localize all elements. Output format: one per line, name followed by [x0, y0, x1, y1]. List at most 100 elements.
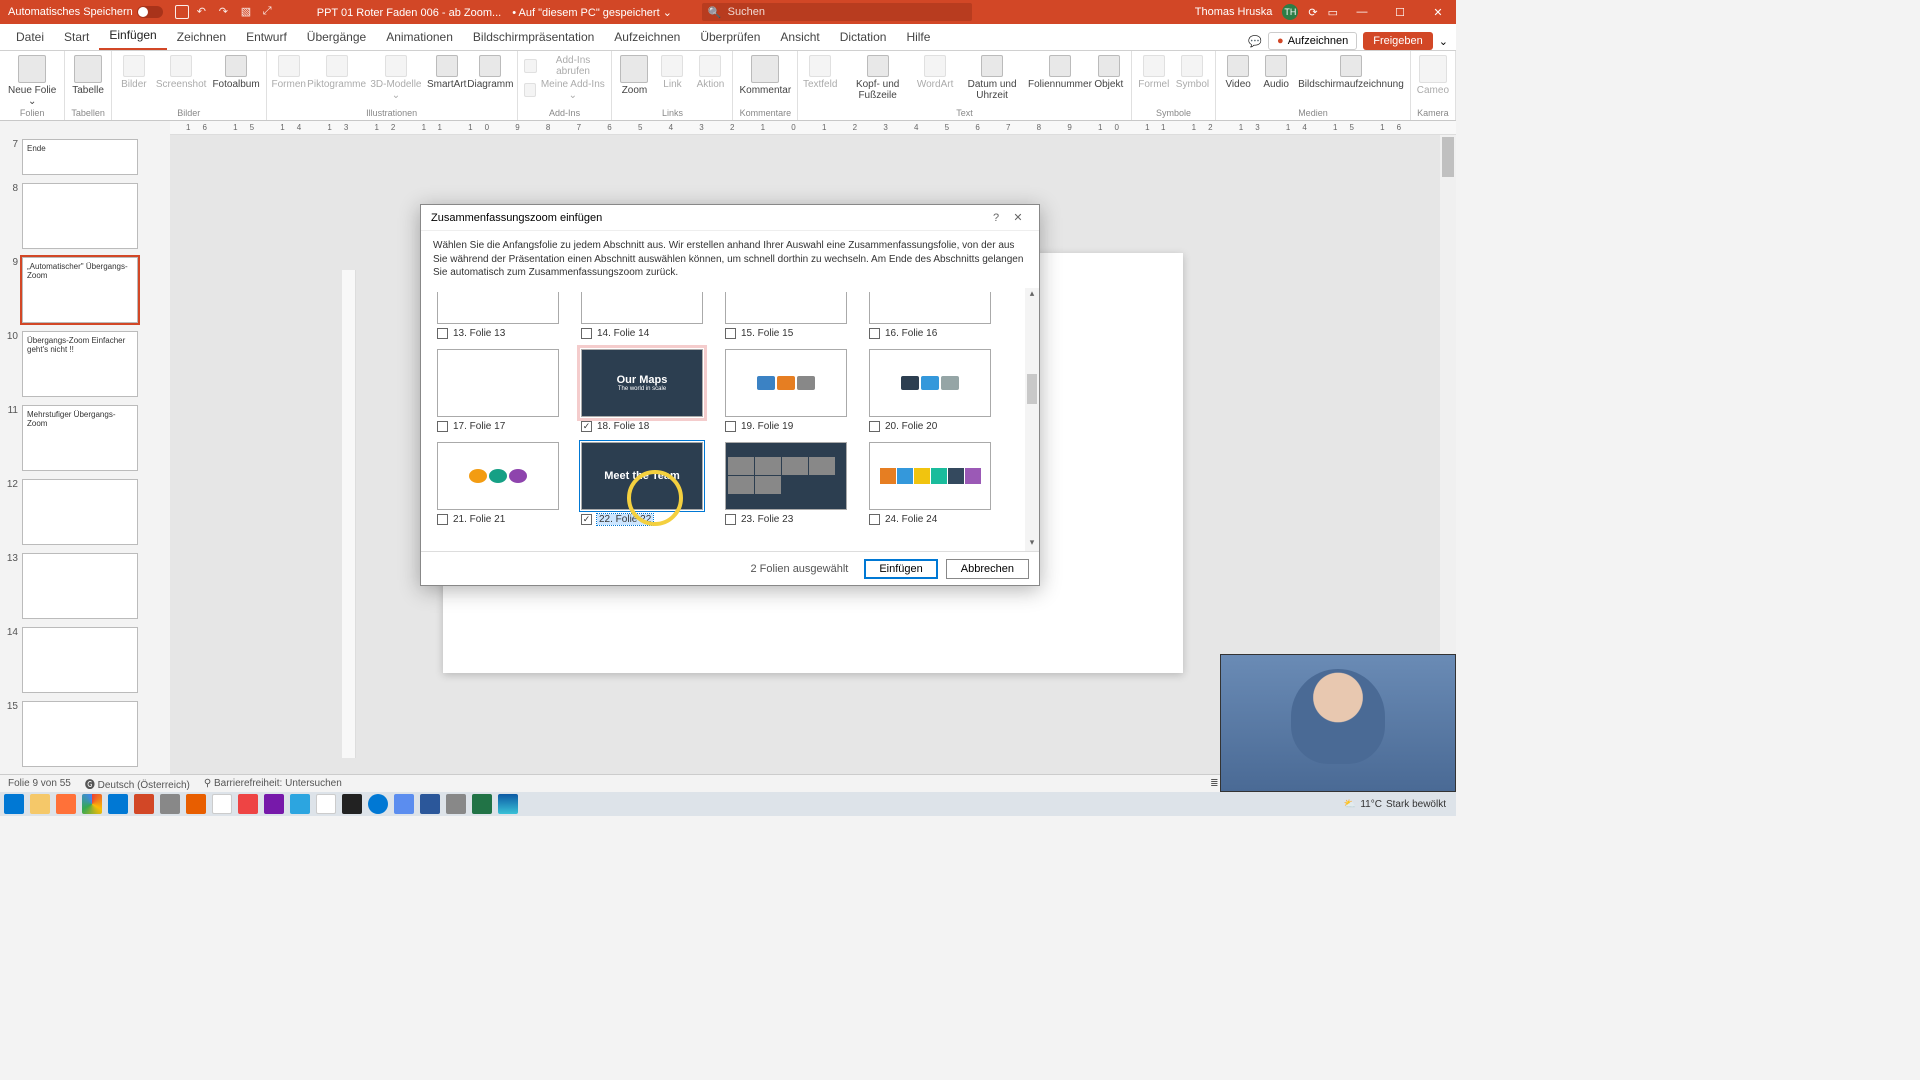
- slide-thumbnail[interactable]: 7Ende: [4, 139, 166, 175]
- slide-panel[interactable]: 7Ende 8 9„Automatischer" Übergangs-Zoom 10Ü…: [0, 135, 170, 790]
- tab-dictation[interactable]: Dictation: [830, 24, 897, 50]
- dialog-slide-preview[interactable]: [437, 349, 559, 417]
- excel-icon[interactable]: [472, 794, 492, 814]
- app-icon-6[interactable]: [394, 794, 414, 814]
- telegram-icon[interactable]: [290, 794, 310, 814]
- minimize-icon[interactable]: —: [1348, 0, 1376, 24]
- equation-button[interactable]: Formel: [1138, 55, 1170, 90]
- my-addins-button[interactable]: Meine Add-Ins ⌄: [524, 79, 606, 101]
- object-button[interactable]: Objekt: [1093, 55, 1125, 90]
- slide-preview[interactable]: [22, 701, 138, 767]
- dialog-slide-item[interactable]: 24. Folie 24: [869, 442, 1005, 525]
- datetime-button[interactable]: Datum und Uhrzeit: [957, 55, 1027, 101]
- dialog-slide-preview[interactable]: [581, 292, 703, 324]
- scroll-down-icon[interactable]: ▾: [1025, 537, 1039, 551]
- checkbox[interactable]: [437, 328, 448, 339]
- photoalbum-button[interactable]: Fotoalbum: [212, 55, 259, 90]
- tab-aufzeichnen[interactable]: Aufzeichnen: [604, 24, 690, 50]
- slide-thumbnail[interactable]: 9„Automatischer" Übergangs-Zoom: [4, 257, 166, 323]
- record-button[interactable]: Aufzeichnen: [1268, 32, 1357, 50]
- close-icon[interactable]: ✕: [1007, 211, 1029, 224]
- dialog-slide-preview[interactable]: [437, 292, 559, 324]
- dialog-slide-item[interactable]: Our MapsThe world in scale✓18. Folie 18: [581, 349, 717, 432]
- chart-button[interactable]: Diagramm: [470, 55, 511, 90]
- weather-widget[interactable]: ⛅ 11°C Stark bewölkt: [1344, 799, 1446, 810]
- onenote-icon[interactable]: [264, 794, 284, 814]
- dialog-slide-preview[interactable]: [725, 349, 847, 417]
- maximize-icon[interactable]: ☐: [1386, 0, 1414, 24]
- slide-thumbnail[interactable]: 8: [4, 183, 166, 249]
- slide-preview[interactable]: Übergangs-Zoom Einfacher geht's nicht !!: [22, 331, 138, 397]
- 3d-models-button[interactable]: 3D-Modelle ⌄: [369, 55, 424, 101]
- app-icon-1[interactable]: [160, 794, 180, 814]
- images-button[interactable]: Bilder: [118, 55, 150, 90]
- checkbox[interactable]: [725, 514, 736, 525]
- tab-hilfe[interactable]: Hilfe: [896, 24, 940, 50]
- toggle-icon[interactable]: [137, 6, 163, 18]
- dialog-slide-preview[interactable]: [725, 442, 847, 510]
- dialog-slide-item[interactable]: 20. Folie 20: [869, 349, 1005, 432]
- new-slide-button[interactable]: Neue Folie ⌄: [6, 55, 58, 107]
- tab-zeichnen[interactable]: Zeichnen: [167, 24, 236, 50]
- slide-preview[interactable]: „Automatischer" Übergangs-Zoom: [22, 257, 138, 323]
- cameo-button[interactable]: Cameo: [1417, 55, 1449, 96]
- screenshot-button[interactable]: Screenshot: [156, 55, 207, 90]
- save-icon[interactable]: [175, 5, 189, 19]
- start-icon[interactable]: [4, 794, 24, 814]
- slide-thumbnail[interactable]: 11Mehrstufiger Übergangs-Zoom: [4, 405, 166, 471]
- redo-icon[interactable]: ↷: [219, 5, 233, 19]
- accessibility-check[interactable]: ⚲ Barrierefreiheit: Untersuchen: [204, 778, 342, 789]
- outlook-icon[interactable]: [108, 794, 128, 814]
- search-box[interactable]: 🔍 Suchen: [702, 3, 972, 21]
- autosave-toggle[interactable]: Automatisches Speichern: [8, 6, 163, 18]
- slide-preview[interactable]: [22, 553, 138, 619]
- checkbox[interactable]: [437, 421, 448, 432]
- dialog-slide-item[interactable]: Meet the Team✓22. Folie 22: [581, 442, 717, 525]
- user-name[interactable]: Thomas Hruska: [1195, 6, 1273, 18]
- vlc-icon[interactable]: [186, 794, 206, 814]
- present-icon[interactable]: ▧: [241, 5, 255, 19]
- checkbox[interactable]: [869, 328, 880, 339]
- chevron-down-icon[interactable]: ⌄: [1439, 35, 1448, 48]
- obs-icon[interactable]: [342, 794, 362, 814]
- slide-preview[interactable]: [22, 479, 138, 545]
- checkbox[interactable]: [581, 328, 592, 339]
- slide-counter[interactable]: Folie 9 von 55: [8, 778, 71, 789]
- checkbox[interactable]: [869, 421, 880, 432]
- dialog-slide-item[interactable]: 19. Folie 19: [725, 349, 861, 432]
- tab-datei[interactable]: Datei: [6, 24, 54, 50]
- checkbox[interactable]: ✓: [581, 421, 592, 432]
- checkbox[interactable]: [725, 421, 736, 432]
- language-indicator[interactable]: 🅖 Deutsch (Österreich): [85, 776, 190, 791]
- dialog-slide-item[interactable]: 16. Folie 16: [869, 292, 1005, 339]
- dialog-slide-item[interactable]: 21. Folie 21: [437, 442, 573, 525]
- table-button[interactable]: Tabelle: [72, 55, 104, 96]
- slide-thumbnail[interactable]: 10Übergangs-Zoom Einfacher geht's nicht …: [4, 331, 166, 397]
- checkbox[interactable]: ✓: [581, 514, 592, 525]
- help-icon[interactable]: ?: [985, 212, 1007, 224]
- slide-preview[interactable]: Mehrstufiger Übergangs-Zoom: [22, 405, 138, 471]
- undo-icon[interactable]: ↶: [197, 5, 211, 19]
- checkbox[interactable]: [437, 514, 448, 525]
- icons-button[interactable]: Piktogramme: [311, 55, 363, 90]
- wordart-button[interactable]: WordArt: [919, 55, 951, 90]
- dialog-slide-grid[interactable]: 13. Folie 1314. Folie 1415. Folie 1516. …: [421, 288, 1039, 529]
- slide-preview[interactable]: [22, 183, 138, 249]
- slide-preview[interactable]: Ende: [22, 139, 138, 175]
- tab-ueberpruefen[interactable]: Überprüfen: [690, 24, 770, 50]
- link-button[interactable]: Link: [656, 55, 688, 90]
- slide-thumbnail[interactable]: 12: [4, 479, 166, 545]
- chrome-icon[interactable]: [82, 794, 102, 814]
- tab-ansicht[interactable]: Ansicht: [770, 24, 829, 50]
- dialog-slide-item[interactable]: 15. Folie 15: [725, 292, 861, 339]
- ribbon-options-icon[interactable]: ▭: [1328, 6, 1338, 19]
- shapes-button[interactable]: Formen: [273, 55, 305, 90]
- windows-taskbar[interactable]: ⛅ 11°C Stark bewölkt: [0, 792, 1456, 816]
- slide-thumbnail[interactable]: 13: [4, 553, 166, 619]
- checkbox[interactable]: [869, 514, 880, 525]
- dialog-slide-preview[interactable]: Meet the Team: [581, 442, 703, 510]
- user-avatar-icon[interactable]: TH: [1282, 4, 1298, 20]
- insert-button[interactable]: Einfügen: [864, 559, 937, 579]
- symbol-button[interactable]: Symbol: [1176, 55, 1209, 90]
- dialog-slide-preview[interactable]: [869, 442, 991, 510]
